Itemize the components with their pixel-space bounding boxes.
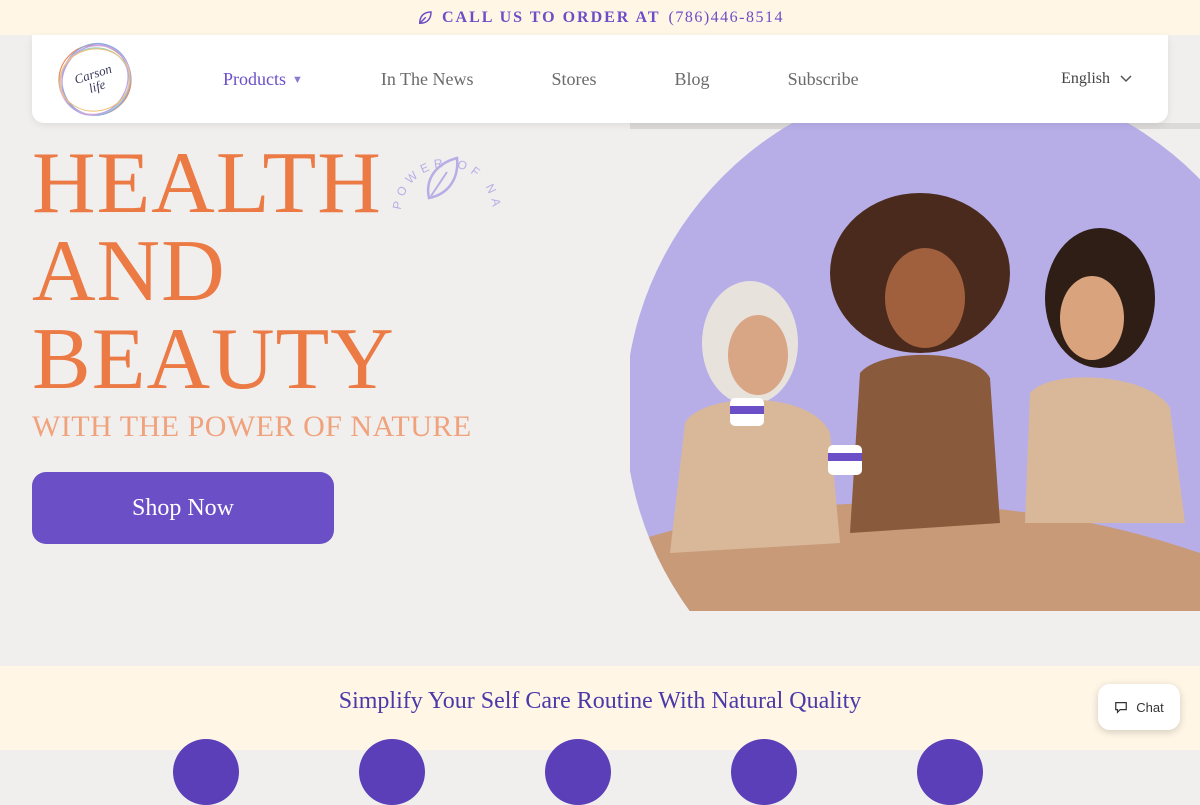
feature-icon-circle [917, 739, 983, 805]
nav-item-label: Stores [551, 68, 597, 89]
chat-label: Chat [1136, 699, 1164, 715]
nav-item-blog[interactable]: Blog [675, 69, 710, 90]
nav-item-stores[interactable]: Stores [552, 69, 597, 90]
nav-item-subscribe[interactable]: Subscribe [788, 69, 859, 90]
announcement-label: CALL US TO ORDER AT [442, 8, 661, 26]
features-band: Simplify Your Self Care Routine With Nat… [0, 666, 1200, 805]
nav-item-label: In The News [380, 68, 474, 89]
badge-graphic: POWER OF NATURE [378, 109, 504, 211]
feature-icon-circle [359, 739, 425, 805]
hero-title-line: AND [32, 223, 226, 320]
feature-icon-circle [731, 739, 797, 805]
hero-illustration [630, 123, 1200, 611]
nav-item-label: Blog [674, 68, 710, 89]
badge-text: POWER OF NATURE [378, 109, 499, 211]
hero-subtitle: WITH THE POWER OF NATURE [32, 410, 472, 443]
chat-button[interactable]: Chat [1098, 684, 1180, 730]
site-header: Carson life Products ▼ In The News Store… [32, 35, 1168, 123]
chevron-down-icon [1120, 75, 1132, 83]
nav-item-products[interactable]: Products ▼ [223, 69, 303, 90]
caret-down-icon: ▼ [292, 74, 303, 86]
language-label: English [1061, 70, 1110, 87]
feature-icon-circle [173, 739, 239, 805]
svg-text:POWER OF NATURE: POWER OF NATURE [385, 120, 504, 211]
shop-now-button[interactable]: Shop Now [32, 472, 334, 544]
leaf-icon [418, 10, 432, 24]
features-heading: Simplify Your Self Care Routine With Nat… [338, 688, 862, 714]
power-of-nature-badge: POWER OF NATURE [378, 109, 505, 230]
hero-title-line: BEAUTY [32, 311, 395, 408]
hero-title-line: HEALTH [32, 135, 382, 232]
nav-item-label: Subscribe [787, 68, 859, 89]
language-selector[interactable]: English [1061, 35, 1132, 123]
hero-title: HEALTH AND BEAUTY [32, 140, 395, 404]
chat-bubble-icon [1115, 702, 1128, 714]
feature-icon-circle [545, 739, 611, 805]
phone-link[interactable]: (786)446-8514 [669, 9, 784, 27]
nav-item-label: Products [223, 68, 286, 89]
logo-line-2: life [86, 76, 108, 96]
hero-image [630, 123, 1200, 611]
logo[interactable]: Carson life [56, 41, 134, 119]
announcement-bar: CALL US TO ORDER AT (786)446-8514 [0, 0, 1200, 35]
main-nav: Products ▼ In The News Stores Blog Subsc… [223, 35, 937, 123]
nav-item-in-the-news[interactable]: In The News [381, 69, 474, 90]
